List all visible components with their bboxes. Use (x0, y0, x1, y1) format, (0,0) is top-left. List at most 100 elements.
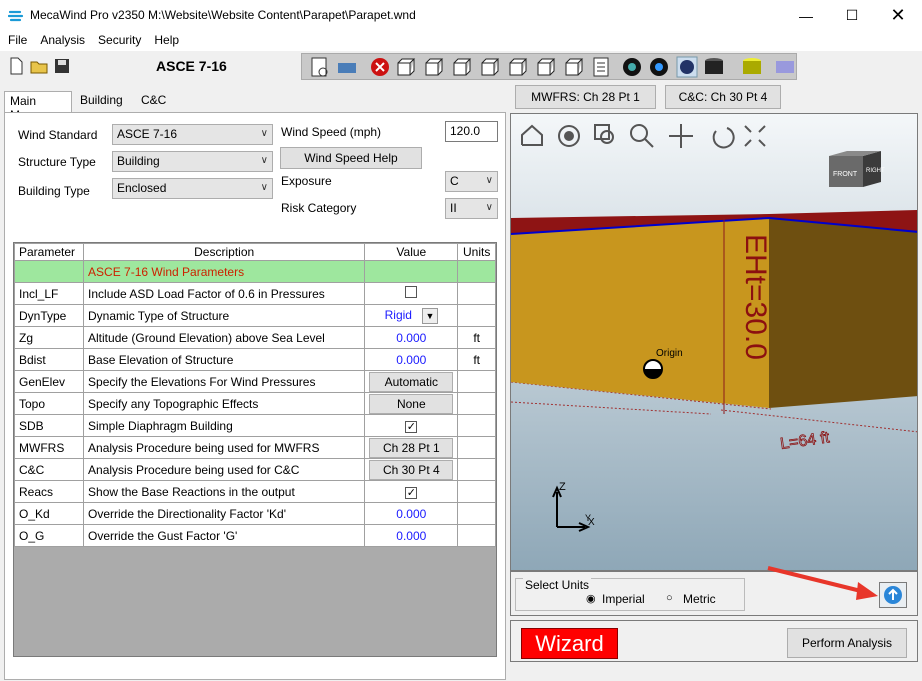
row-value[interactable]: 0.000 (396, 529, 426, 543)
menu-analysis[interactable]: Analysis (32, 31, 90, 47)
col-header-value[interactable]: Value (364, 243, 459, 261)
exposure-select[interactable]: C ∨ (445, 171, 498, 192)
row-description: Override the Gust Factor 'G' (83, 524, 366, 547)
structure-type-select[interactable]: Building ∨ (112, 151, 273, 172)
row-description: Specify the Elevations For Wind Pressure… (83, 370, 366, 393)
row-parameter: Zg (13, 326, 85, 349)
row-value-button[interactable]: None (369, 393, 454, 414)
print-icon[interactable] (338, 63, 356, 73)
row-parameter: Incl_LF (13, 282, 85, 305)
wizard-button[interactable]: Wizard (521, 628, 618, 659)
table-row: DynType Dynamic Type of Structure Rigid ▼ (13, 304, 496, 327)
row-description: Specify any Topographic Effects (83, 392, 366, 415)
tab-cc-right[interactable]: C&C: Ch 30 Pt 4 (665, 85, 781, 109)
building-type-label: Building Type (18, 184, 90, 198)
row-units (457, 458, 496, 481)
row-units (457, 436, 496, 459)
cube-view-icons[interactable] (397, 58, 584, 76)
wind-speed-input[interactable]: 120.0 (445, 121, 498, 142)
wind-standard-select[interactable]: ASCE 7-16 ∨ (112, 124, 273, 145)
wind-speed-help-button[interactable]: Wind Speed Help (280, 147, 422, 169)
3d-viewport[interactable]: EHt=30.0 Origin L=64 ft FRONT RIGHT Z X … (510, 113, 918, 571)
chevron-down-icon: ∨ (260, 182, 268, 193)
grid-title-row: ASCE 7-16 Wind Parameters (83, 260, 366, 283)
origin-label: Origin (656, 348, 683, 359)
chevron-down-icon: ∨ (260, 128, 268, 139)
maximize-button[interactable]: ☐ (829, 0, 875, 31)
menu-file[interactable]: File (0, 31, 32, 47)
origin-marker-icon (643, 359, 663, 379)
tab-main-menu[interactable]: Main Menu (4, 91, 72, 122)
app-icon (8, 10, 24, 22)
camera-icon[interactable] (623, 58, 641, 76)
menu-help[interactable]: Help (146, 31, 184, 47)
table-row: SDB Simple Diaphragm Building ✓ (13, 414, 496, 437)
window-title: MecaWind Pro v2350 M:\Website\Website Co… (30, 8, 416, 22)
row-checkbox[interactable] (405, 286, 418, 298)
row-value-button[interactable]: Ch 28 Pt 1 (369, 437, 454, 458)
table-row: MWFRS Analysis Procedure being used for M… (13, 436, 496, 459)
row-description: Override the Directionality Factor 'Kd' (83, 502, 366, 525)
axis-y-label: Y (585, 513, 591, 523)
menu-security[interactable]: Security (90, 31, 146, 47)
axis-z-label: Z (559, 481, 566, 493)
perform-analysis-button[interactable]: Perform Analysis (787, 628, 907, 658)
notes-icon[interactable] (593, 57, 609, 77)
eye-icon[interactable] (650, 58, 668, 76)
col-header-parameter[interactable]: Parameter (13, 243, 85, 261)
tab-building[interactable]: Building (75, 91, 128, 111)
imperial-radio[interactable]: ◉ (586, 592, 596, 605)
close-button[interactable]: ✕ (875, 0, 921, 31)
col-header-units[interactable]: Units (457, 243, 496, 261)
row-checkbox[interactable]: ✓ (405, 420, 418, 433)
row-value-button[interactable]: Ch 30 Pt 4 (369, 459, 454, 480)
tab-cc[interactable]: C&C (136, 91, 172, 111)
row-parameter: SDB (13, 414, 85, 437)
row-description: Analysis Procedure being used for MWFRS (83, 436, 366, 459)
table-row: Incl_LF Include ASD Load Factor of 0.6 in… (13, 282, 496, 305)
risk-category-label: Risk Category (281, 201, 357, 215)
cylinder-dark-icon[interactable] (705, 58, 723, 74)
row-units (457, 282, 496, 305)
row-value[interactable]: 0.000 (396, 507, 426, 521)
row-description: Include ASD Load Factor of 0.6 in Pressu… (83, 282, 366, 305)
col-header-description[interactable]: Description (83, 243, 366, 261)
risk-category-select[interactable]: II ∨ (445, 198, 498, 219)
report-icon[interactable] (311, 57, 328, 77)
row-checkbox[interactable]: ✓ (405, 486, 418, 499)
row-units: ft (457, 326, 496, 349)
row-units (457, 392, 496, 415)
wand-icon[interactable] (676, 56, 698, 78)
save-icon[interactable] (52, 56, 72, 76)
row-value-combo[interactable]: Rigid (385, 308, 412, 322)
wind-speed-label: Wind Speed (mph) (281, 125, 382, 139)
building-type-select[interactable]: Enclosed ∨ (112, 178, 273, 199)
row-value[interactable]: 0.000 (396, 331, 426, 345)
annotation-arrow-icon (767, 566, 878, 600)
row-value[interactable]: 0.000 (396, 353, 426, 367)
cylinder-yellow-icon[interactable] (743, 58, 761, 74)
wind-standard-label: Wind Standard (18, 128, 98, 142)
main-tabs: Main Menu Building C&C (4, 91, 184, 122)
view-3d-icon[interactable] (776, 61, 794, 73)
tab-mwfrs[interactable]: MWFRS: Ch 28 Pt 1 (515, 85, 656, 109)
new-file-icon[interactable] (6, 56, 26, 76)
eave-height-label: EHt=30.0 (739, 234, 772, 360)
dropdown-arrow-icon[interactable]: ▼ (421, 307, 438, 324)
chevron-down-icon: ∨ (485, 175, 493, 186)
row-value-button[interactable]: Automatic (369, 371, 454, 392)
row-units (457, 370, 496, 393)
view-toolbar (301, 53, 797, 80)
stop-icon[interactable] (371, 58, 389, 76)
open-folder-icon[interactable] (29, 56, 49, 76)
structure-type-label: Structure Type (18, 155, 96, 169)
metric-radio[interactable]: ○ (666, 592, 673, 604)
select-units-label: Select Units (523, 578, 592, 592)
row-units (457, 304, 496, 327)
title-bar: MecaWind Pro v2350 M:\Website\Website Co… (0, 0, 922, 31)
cube-right-label: RIGHT (866, 168, 885, 174)
minimize-button[interactable]: — (783, 0, 829, 31)
row-units (457, 524, 496, 547)
row-parameter: C&C (13, 458, 85, 481)
standard-label: ASCE 7-16 (156, 58, 227, 74)
